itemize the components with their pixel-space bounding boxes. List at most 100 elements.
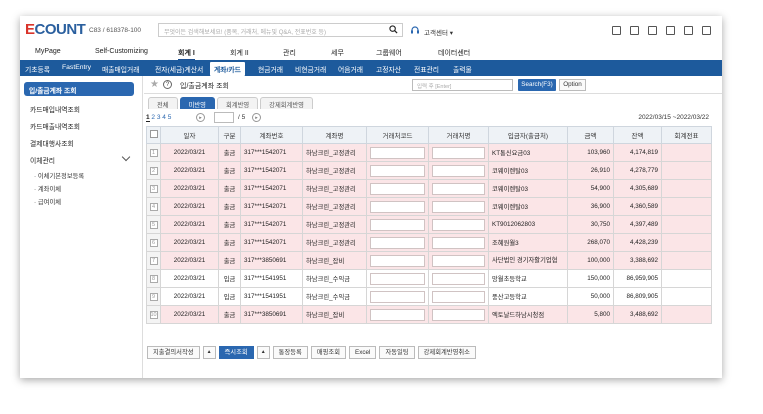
cell-voucher[interactable]: [661, 251, 712, 270]
mapping-inquiry-button[interactable]: 매핑조회: [310, 346, 347, 359]
cell-voucher[interactable]: [661, 233, 712, 252]
menu-mypage[interactable]: MyPage: [35, 48, 61, 55]
cell-vendor-code-input[interactable]: [366, 233, 429, 252]
row-checkbox[interactable]: 8: [146, 269, 161, 288]
cell-vendor-name-input[interactable]: [428, 215, 489, 234]
page-input[interactable]: [214, 112, 234, 123]
cell-vendor-name-input[interactable]: [428, 287, 489, 306]
tab-all[interactable]: 전체: [148, 97, 178, 109]
table-row[interactable]: 5 2022/03/21 출금 317***1542071 하남크린_고정관리 KT901…: [146, 215, 712, 234]
cell-voucher[interactable]: [661, 161, 712, 180]
go-page-icon[interactable]: ▸: [252, 113, 261, 122]
global-search-input[interactable]: 무엇이든 검색해보세요! (품목, 거래처, 메뉴및 Q&A, 전표번호 등): [158, 23, 403, 37]
ecount-logo[interactable]: ECOUNT: [25, 21, 86, 38]
col-voucher[interactable]: 회계전표: [661, 126, 712, 144]
instant-inquiry-button[interactable]: 즉시조회: [218, 346, 254, 359]
bell-icon[interactable]: [684, 26, 693, 35]
col-balance[interactable]: 잔액: [613, 126, 662, 144]
table-row[interactable]: 2 2022/03/21 출금 317***1542071 하남크린_고정관리 코웨이렌탈…: [146, 161, 712, 180]
cell-vendor-name-input[interactable]: [428, 179, 489, 198]
submenu-basic[interactable]: 기초등록: [25, 64, 50, 74]
table-row[interactable]: 1 2022/03/21 출금 317***1542071 하남크린_고정관리 KT통신요…: [146, 143, 712, 162]
instant-inquiry-menu-icon[interactable]: ▲: [256, 346, 270, 359]
row-checkbox[interactable]: 9: [146, 287, 161, 306]
next-page-icon[interactable]: ▸: [196, 113, 205, 122]
auto-setting-button[interactable]: 자동일팅: [379, 346, 415, 359]
row-checkbox[interactable]: 4: [146, 197, 161, 216]
cell-vendor-name-input[interactable]: [428, 197, 489, 216]
submenu-e-invoice[interactable]: 전자(세금)계산서: [155, 64, 203, 74]
tab-reflected[interactable]: 회계반영: [216, 97, 259, 109]
notification-icon[interactable]: [612, 26, 621, 35]
cell-vendor-name-input[interactable]: [428, 269, 489, 288]
table-row[interactable]: 3 2022/03/21 출금 317***1542071 하남크린_고정관리 코웨이렌탈…: [146, 179, 712, 198]
submenu-cash[interactable]: 현금거래: [258, 64, 283, 74]
cell-voucher[interactable]: [661, 179, 712, 198]
cancel-forced-reflection-button[interactable]: 강제회계반영취소: [417, 346, 476, 359]
submenu-account-card[interactable]: 계좌/카드: [210, 62, 245, 76]
menu-management[interactable]: 관리: [283, 48, 296, 58]
col-amount[interactable]: 금액: [567, 126, 614, 144]
sidebar-sub-transfer-info[interactable]: · 이체기본정보등록: [34, 171, 84, 180]
col-account-name[interactable]: 계좌명: [302, 126, 367, 144]
calendar-icon[interactable]: [630, 26, 639, 35]
pager-links[interactable]: 1 2 3 4 5: [146, 114, 171, 122]
table-row[interactable]: 4 2022/03/21 출금 317***1542071 하남크린_고정관리 코웨이렌탈…: [146, 197, 712, 216]
row-checkbox[interactable]: 5: [146, 215, 161, 234]
row-checkbox[interactable]: 3: [146, 179, 161, 198]
sidebar-sub-salary-transfer[interactable]: · 급여이체: [34, 197, 61, 206]
cell-voucher[interactable]: [661, 287, 712, 306]
sidebar-item-account-inquiry[interactable]: 입/출금계좌 조회: [24, 82, 134, 96]
message-icon[interactable]: [648, 26, 657, 35]
submenu-fastentry[interactable]: FastEntry: [62, 64, 91, 71]
menu-datacenter[interactable]: 데이터센터: [438, 48, 470, 58]
cell-voucher[interactable]: [661, 143, 712, 162]
sidebar-item-transfer[interactable]: 이체관리: [30, 155, 55, 165]
sidebar-item-card-purchase[interactable]: 카드매입내역조회: [30, 104, 80, 114]
cell-vendor-name-input[interactable]: [428, 161, 489, 180]
expense-report-button[interactable]: 지출결의서작성: [147, 346, 200, 359]
submenu-fixed-asset[interactable]: 고정자산: [376, 64, 401, 74]
cell-voucher[interactable]: [661, 215, 712, 234]
customer-center-link[interactable]: 고객센터 ▾: [424, 27, 453, 37]
col-date[interactable]: 일자: [160, 126, 219, 144]
cell-voucher[interactable]: [661, 197, 712, 216]
cell-vendor-name-input[interactable]: [428, 143, 489, 162]
list-icon[interactable]: [666, 26, 675, 35]
col-account-no[interactable]: 계좌번호: [240, 126, 303, 144]
col-vendor-code[interactable]: 거래처코드: [366, 126, 429, 144]
table-row[interactable]: 9 2022/03/21 입금 317***1541951 하남크린_수익금 풍산고등학교…: [146, 287, 712, 306]
cell-vendor-code-input[interactable]: [366, 197, 429, 216]
help-icon[interactable]: ?: [163, 80, 172, 89]
table-row[interactable]: 7 2022/03/21 출금 317***3850691 하남크린_잡비 사단법인 경기…: [146, 251, 712, 270]
menu-accounting-2[interactable]: 회계 II: [230, 48, 249, 58]
option-button[interactable]: Option: [559, 79, 586, 91]
image-icon[interactable]: [702, 26, 711, 35]
headset-icon[interactable]: [410, 25, 420, 35]
sidebar-item-card-sales[interactable]: 카드매출내역조회: [30, 121, 80, 131]
tab-forced[interactable]: 강제회계반영: [260, 97, 313, 109]
submenu-sales-purchase[interactable]: 매출매입거래: [102, 64, 140, 74]
cell-vendor-code-input[interactable]: [366, 179, 429, 198]
cell-vendor-code-input[interactable]: [366, 287, 429, 306]
menu-self-customizing[interactable]: Self-Customizing: [95, 48, 148, 55]
row-checkbox[interactable]: 10: [146, 305, 161, 324]
cell-vendor-code-input[interactable]: [366, 161, 429, 180]
cell-voucher[interactable]: [661, 269, 712, 288]
cell-vendor-name-input[interactable]: [428, 305, 489, 324]
menu-tax[interactable]: 세무: [331, 48, 344, 58]
star-icon[interactable]: ★: [150, 79, 159, 90]
submenu-noncash[interactable]: 비현금거래: [295, 64, 326, 74]
sidebar-item-pg[interactable]: 결제대행사조회: [30, 138, 74, 148]
register-account-button[interactable]: 통장등록: [272, 346, 308, 359]
col-payee[interactable]: 입금자(출금처): [488, 126, 568, 144]
excel-button[interactable]: Excel: [349, 346, 377, 359]
cell-voucher[interactable]: [661, 305, 712, 324]
cell-vendor-code-input[interactable]: [366, 305, 429, 324]
sidebar-sub-account-transfer[interactable]: · 계좌이체: [34, 184, 61, 193]
col-vendor-name[interactable]: 거래처명: [428, 126, 489, 144]
cell-vendor-name-input[interactable]: [428, 251, 489, 270]
search-icon[interactable]: [389, 25, 398, 34]
row-checkbox[interactable]: 2: [146, 161, 161, 180]
search-button[interactable]: Search(F3): [518, 79, 556, 91]
